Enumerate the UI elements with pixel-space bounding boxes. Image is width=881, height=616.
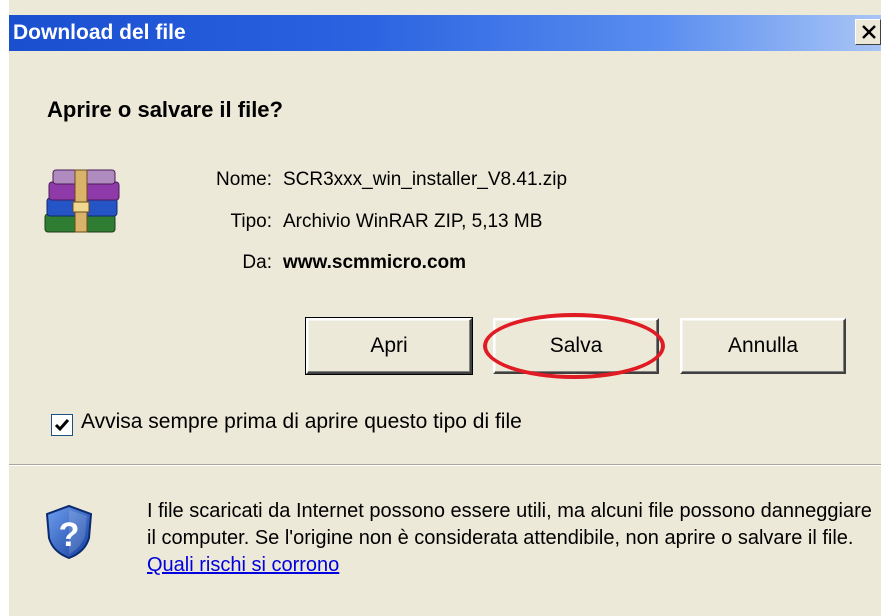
file-type-value: Archivio WinRAR ZIP, 5,13 MB [283,211,543,232]
save-button[interactable]: Salva [493,318,659,374]
cancel-button[interactable]: Annulla [680,318,846,374]
download-dialog: Download del file Aprire o salvare il fi… [9,0,881,616]
security-warning: I file scaricati da Internet possono ess… [147,498,877,579]
file-type-row: Tipo: Archivio WinRAR ZIP, 5,13 MB [9,211,869,237]
file-source-row: Da: www.scmmicro.com [9,252,869,278]
file-name-row: Nome: SCR3xxx_win_installer_V8.41.zip [9,169,869,195]
risks-link[interactable]: Quali rischi si corrono [147,554,339,576]
title-bar[interactable]: Download del file [9,15,881,51]
dialog-heading: Aprire o salvare il file? [47,97,283,122]
file-name-label: Nome: [216,169,272,190]
file-name-value: SCR3xxx_win_installer_V8.41.zip [283,169,568,190]
open-button[interactable]: Apri [305,317,473,375]
always-ask-checkbox[interactable] [51,414,73,436]
always-ask-label[interactable]: Avvisa sempre prima di aprire questo tip… [81,410,522,434]
file-source-value: www.scmmicro.com [283,252,467,273]
svg-text:?: ? [59,516,80,554]
file-source-label: Da: [242,252,272,273]
separator-highlight [9,465,881,466]
window-title: Download del file [13,21,186,44]
close-icon [862,25,876,39]
security-warning-text: I file scaricati da Internet possono ess… [147,500,872,549]
shield-question-icon: ? [45,504,93,560]
checkmark-icon [54,419,70,432]
file-type-label: Tipo: [230,211,272,232]
close-button[interactable] [855,19,881,45]
